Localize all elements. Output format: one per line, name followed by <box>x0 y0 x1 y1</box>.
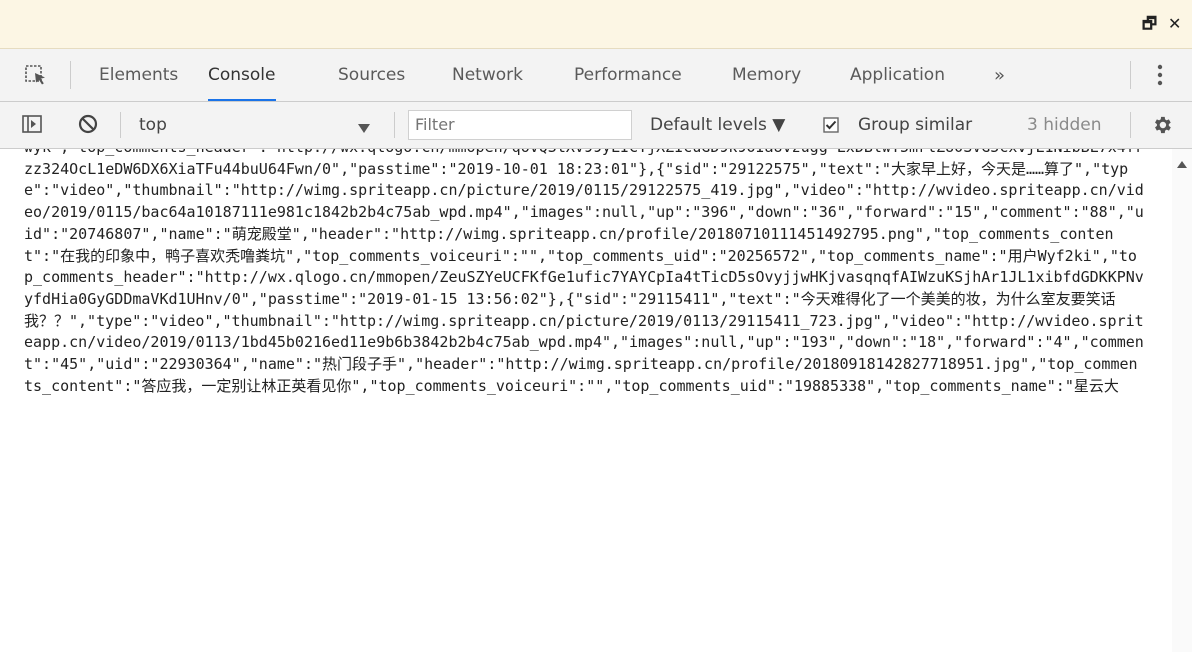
tab-memory[interactable]: Memory <box>732 49 801 99</box>
filter-input[interactable] <box>409 111 631 137</box>
tab-elements[interactable]: Elements <box>99 49 178 99</box>
toolbar-separator <box>394 112 395 138</box>
group-similar-label[interactable]: Group similar <box>858 115 972 135</box>
tab-sources[interactable]: Sources <box>338 49 405 99</box>
dropdown-arrow-icon[interactable] <box>358 119 370 138</box>
restore-window-icon[interactable]: 🗗 <box>1142 14 1157 34</box>
scroll-up-arrow-icon[interactable] <box>1177 161 1187 168</box>
kebab-menu-icon[interactable] <box>1156 64 1164 90</box>
context-selector[interactable]: top <box>139 115 167 135</box>
tab-application[interactable]: Application <box>850 49 945 99</box>
log-levels-dropdown[interactable]: Default levels ▼ <box>650 115 785 135</box>
console-output-panel: wyk","top_comments_header":"http://wx.ql… <box>0 149 1192 652</box>
console-toolbar: top Default levels ▼ Group similar 3 hid… <box>0 102 1192 149</box>
tab-separator <box>70 61 71 89</box>
sidebar-toggle-icon[interactable] <box>22 115 42 137</box>
checkbox-checked-icon[interactable] <box>823 117 839 137</box>
tab-network[interactable]: Network <box>452 49 523 99</box>
filter-box[interactable] <box>408 110 632 140</box>
console-scrollbar[interactable] <box>1172 149 1192 652</box>
tab-separator <box>1130 61 1131 89</box>
inspect-element-icon[interactable] <box>24 63 48 91</box>
devtools-tab-bar: Elements Console Sources Network Perform… <box>0 49 1192 102</box>
tab-console[interactable]: Console <box>208 49 276 101</box>
tab-performance[interactable]: Performance <box>574 49 682 99</box>
chevron-double-right-icon[interactable]: » <box>994 65 1005 86</box>
gear-icon[interactable] <box>1151 114 1173 140</box>
toolbar-separator <box>1130 112 1131 138</box>
clear-console-icon[interactable] <box>78 114 98 138</box>
console-log-message: wyk","top_comments_header":"http://wx.ql… <box>24 149 1144 395</box>
devtools-title-strip: 🗗 ✕ <box>0 0 1192 49</box>
hidden-count: 3 hidden <box>1027 115 1102 135</box>
toolbar-separator <box>120 112 121 138</box>
close-devtools-icon[interactable]: ✕ <box>1168 14 1181 34</box>
